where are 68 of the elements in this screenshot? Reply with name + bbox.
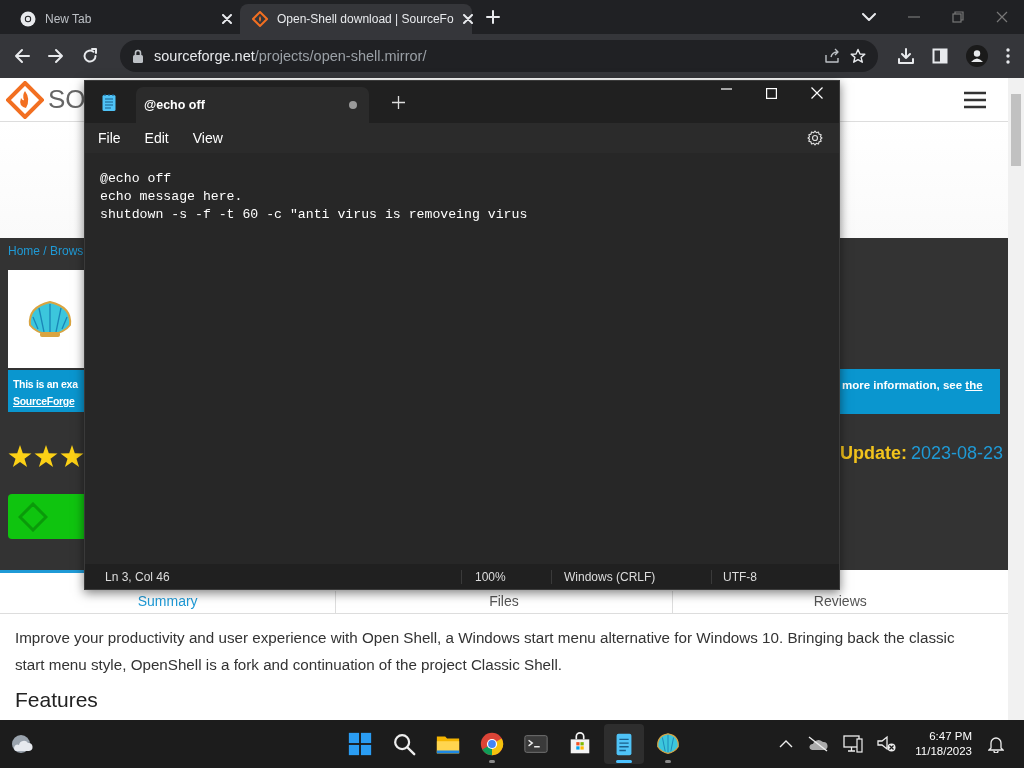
chrome-icon (479, 731, 505, 757)
notice-text: more information, see (842, 379, 964, 391)
document-tab[interactable]: @echo off (136, 87, 369, 123)
page-tab[interactable]: Reviews (671, 591, 1008, 613)
forward-icon[interactable] (48, 48, 64, 64)
logo-text: SO (48, 84, 86, 115)
status-text: 100% (461, 569, 551, 584)
menu-item[interactable]: Edit (144, 130, 169, 146)
reload-icon[interactable] (82, 48, 98, 64)
update-label: Update: (840, 443, 907, 464)
browser-tab[interactable]: Open-Shell download | SourceFo (240, 4, 472, 34)
download-icon[interactable] (898, 48, 914, 64)
menu-item[interactable]: File (98, 130, 121, 146)
notice-text: This is an exa (13, 377, 79, 392)
lock-icon (132, 49, 144, 63)
more-options-icon[interactable] (1006, 48, 1010, 64)
share-icon[interactable] (824, 48, 840, 64)
restore-icon[interactable] (952, 11, 964, 23)
star-icon (8, 445, 32, 470)
diamond-icon (18, 501, 48, 532)
search-icon (391, 731, 417, 757)
taskbar-app[interactable] (604, 724, 644, 764)
chrome-icon (20, 11, 36, 27)
update-date: 2023-08-23 (911, 443, 1004, 464)
maximize-icon[interactable] (766, 88, 777, 99)
clock[interactable]: 6:47 PM 11/18/2023 (915, 729, 972, 759)
volume-muted-icon[interactable] (877, 735, 898, 753)
scrollbar[interactable] (1008, 78, 1024, 720)
url-text: sourceforge.net/projects/open-shell.mirror/ (154, 48, 427, 64)
weather-icon[interactable] (10, 734, 34, 754)
star-icon (34, 445, 58, 470)
star-icon[interactable] (850, 48, 866, 64)
network-icon[interactable] (843, 735, 864, 753)
settings-icon[interactable] (807, 130, 823, 146)
menu-item[interactable]: View (192, 130, 223, 146)
text-editor[interactable]: @echo off echo message here. shutdown -s -f -t 60 -c "anti virus is removeing virus (85, 153, 839, 564)
chevron-up-icon[interactable] (779, 740, 794, 748)
profile-icon[interactable] (966, 45, 988, 67)
logo-icon (6, 80, 44, 119)
star-icon (60, 445, 84, 470)
diamond-icon (252, 11, 268, 27)
clock-date: 11/18/2023 (915, 744, 972, 759)
bell-icon[interactable] (988, 735, 1004, 753)
new-tab-icon[interactable] (486, 10, 500, 24)
code-line: shutdown -s -f -t 60 -c "anti virus is removeing virus (100, 206, 529, 224)
status-text: Windows (CRLF) (551, 569, 711, 584)
new-tab-icon[interactable] (392, 95, 405, 109)
menu-icon[interactable] (964, 90, 986, 109)
unsaved-dot-icon (349, 101, 357, 109)
side-panel-icon[interactable] (932, 48, 948, 64)
code-line: echo message here. (100, 188, 244, 206)
section-heading: Features (15, 688, 99, 712)
code-line: @echo off (100, 170, 173, 188)
notepad-icon (102, 93, 116, 111)
status-text: Ln 3, Col 46 (104, 569, 171, 584)
browser-tab[interactable]: New Tab (8, 4, 240, 34)
back-icon[interactable] (14, 48, 30, 64)
start-icon (347, 731, 373, 757)
status-text: UTF-8 (711, 569, 757, 584)
breadcrumb-link[interactable]: Home / Brows (8, 244, 84, 264)
chevron-down-icon[interactable] (862, 13, 876, 21)
page-tab[interactable]: Files (335, 591, 672, 613)
shell-icon (655, 731, 681, 757)
address-bar[interactable]: sourceforge.net/projects/open-shell.mirror/ (120, 40, 878, 72)
cloud-off-icon[interactable] (807, 736, 830, 752)
description-text: Improve your productivity and user experience with Open Shell, a Windows start menu alternative for Windows 10. Bringing back the classic start menu style, OpenShell is a fork and continuation of the project Classic Shell. (15, 628, 956, 675)
shell-icon (26, 299, 74, 339)
clock-time: 6:47 PM (929, 729, 972, 744)
